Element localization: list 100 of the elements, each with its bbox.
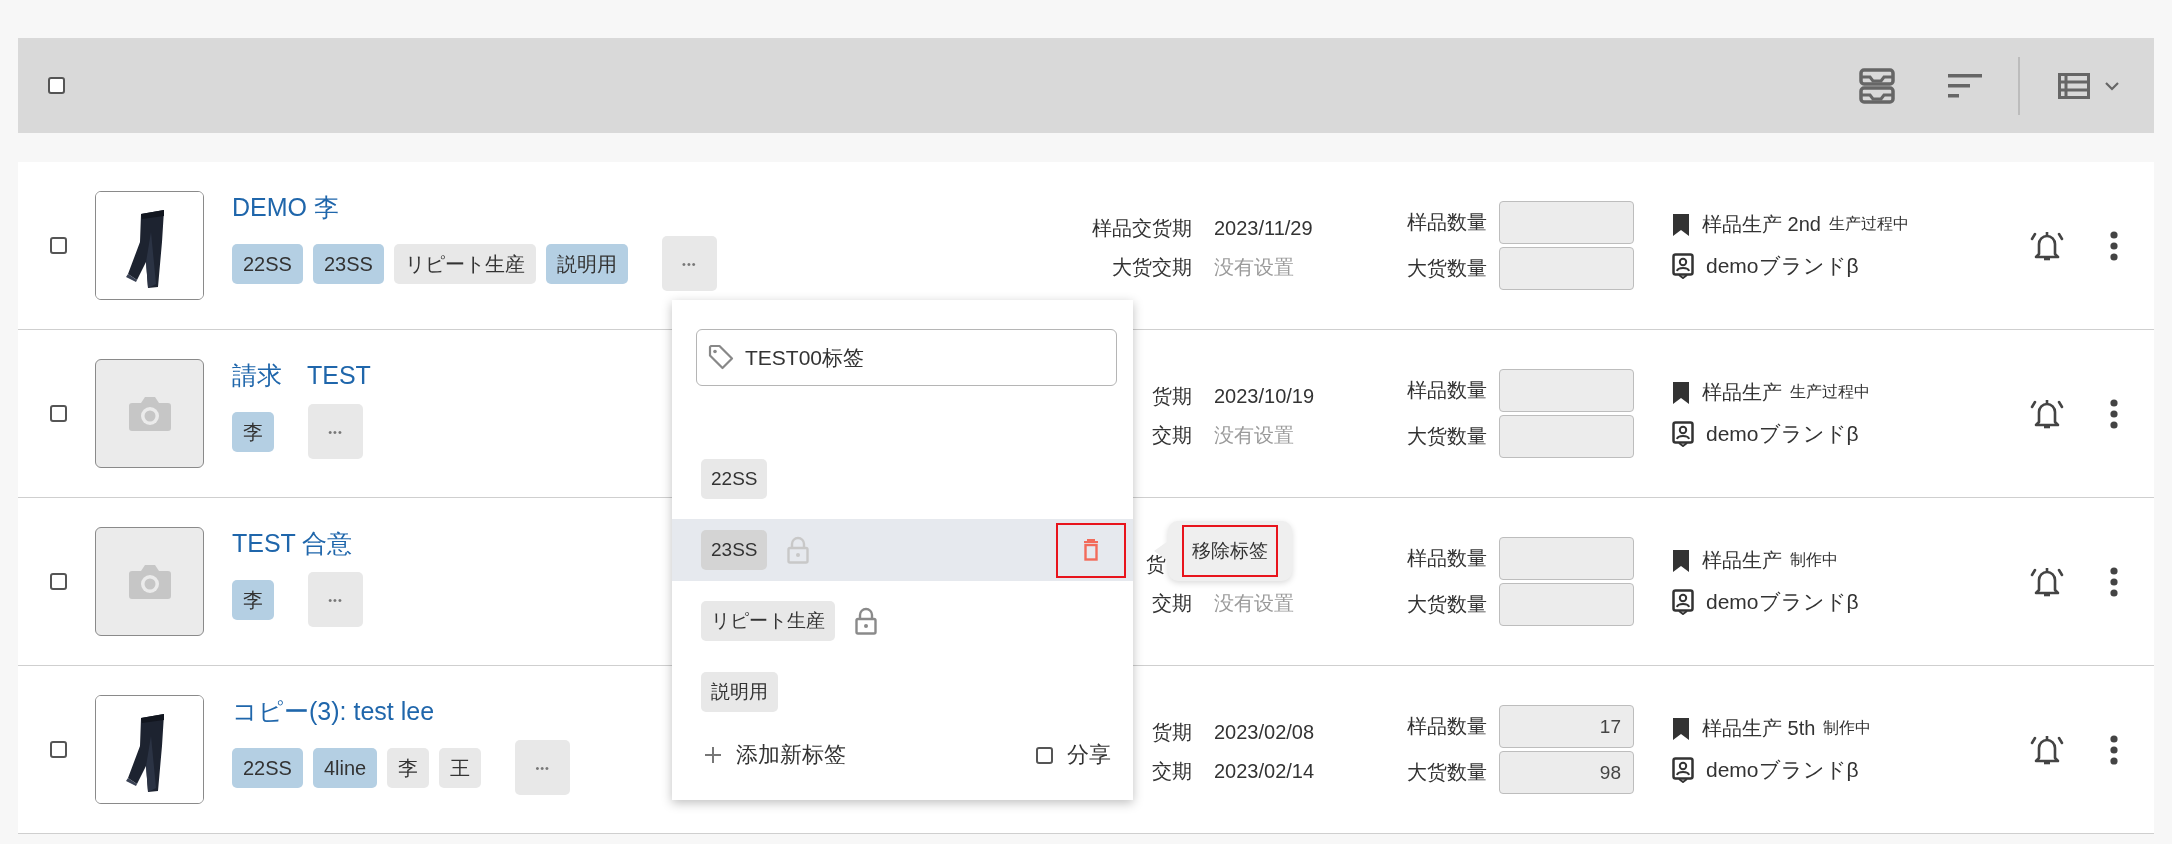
bookmark-icon xyxy=(1672,548,1690,573)
tag: 説明用 xyxy=(701,672,778,712)
quantity-field[interactable]: 17 xyxy=(1499,705,1634,748)
bookmark-icon xyxy=(1672,716,1690,741)
tag: 22SS xyxy=(232,747,303,788)
date-label: 交期 xyxy=(1152,422,1192,448)
tag: 李 xyxy=(232,411,274,452)
sort-icon[interactable] xyxy=(1948,72,1982,99)
tag: リピート生産 xyxy=(701,601,835,641)
quantity-field[interactable] xyxy=(1499,583,1634,626)
quantity-label: 样品数量 xyxy=(1407,714,1488,739)
more-tags-button[interactable]: ••• xyxy=(515,740,571,795)
bookmark-icon xyxy=(1672,380,1690,405)
more-options-icon[interactable] xyxy=(2110,398,2118,429)
contact-card-icon xyxy=(1672,421,1694,447)
contact-card-icon xyxy=(1672,253,1694,279)
quantity-field[interactable] xyxy=(1499,415,1634,458)
plus-icon xyxy=(704,746,722,764)
date-label: 大货交期 xyxy=(1112,254,1192,280)
delete-button[interactable] xyxy=(1056,522,1126,578)
more-options-icon[interactable] xyxy=(2110,734,2118,765)
date-value: 2023/02/14 xyxy=(1214,759,1316,783)
stage-text: 样品生产 5th xyxy=(1702,716,1816,741)
date-value: 2023/11/29 xyxy=(1214,216,1314,240)
quantity-label: 大货数量 xyxy=(1407,760,1488,785)
camera-icon xyxy=(127,395,172,432)
quantity-field[interactable] xyxy=(1499,201,1634,244)
tag: 王 xyxy=(439,747,482,788)
tray-icon[interactable] xyxy=(1858,66,1896,105)
tag-search-field[interactable]: TEST00标签 xyxy=(696,329,1117,386)
lock-icon[interactable] xyxy=(855,607,877,635)
chevron-down-icon[interactable] xyxy=(2104,80,2120,91)
tag: 23SS xyxy=(312,243,384,284)
share-label: 分享 xyxy=(1067,741,1111,769)
tag: リピート生産 xyxy=(393,243,536,284)
date-value: 2023/02/08 xyxy=(1214,720,1316,744)
stage-note: 制作中 xyxy=(1790,550,1838,570)
date-value: 2023/10/19 xyxy=(1214,384,1316,408)
image-placeholder[interactable] xyxy=(95,527,204,636)
share-checkbox[interactable] xyxy=(1036,746,1053,764)
brand-name: demoブランドβ xyxy=(1706,421,1859,447)
more-options-icon[interactable] xyxy=(2110,566,2118,597)
contact-card-icon xyxy=(1672,589,1694,615)
quantity-label: 样品数量 xyxy=(1407,210,1488,235)
checkbox[interactable] xyxy=(50,573,67,590)
tag: 23SS xyxy=(701,530,768,570)
tag-icon xyxy=(708,344,734,370)
tag: 22SS xyxy=(701,459,768,499)
stage-note: 生产过程中 xyxy=(1790,382,1870,402)
date-label: 货期 xyxy=(1152,719,1192,745)
quantity-label: 样品数量 xyxy=(1407,378,1488,403)
date-value: 没有设置 xyxy=(1214,422,1295,448)
date-label: 货 xyxy=(1146,551,1166,577)
brand-name: demoブランドβ xyxy=(1706,757,1859,783)
quantity-field[interactable]: 98 xyxy=(1499,751,1634,794)
list-view-icon[interactable] xyxy=(2058,72,2090,99)
more-tags-button[interactable]: ••• xyxy=(308,404,363,459)
date-label: 交期 xyxy=(1152,758,1192,784)
brand-name: demoブランドβ xyxy=(1706,589,1859,615)
date-label: 样品交货期 xyxy=(1092,215,1192,241)
bookmark-icon xyxy=(1672,212,1690,237)
more-tags-button[interactable]: ••• xyxy=(661,236,717,291)
quantity-label: 大货数量 xyxy=(1407,424,1488,449)
add-tag-button[interactable]: 添加新标签 xyxy=(704,740,846,770)
stage-text: 样品生产 xyxy=(1702,380,1782,405)
date-label: 交期 xyxy=(1152,590,1192,616)
stage-note: 生产过程中 xyxy=(1828,214,1909,234)
select-all-checkbox[interactable] xyxy=(48,77,65,94)
stage-text: 样品生产 2nd xyxy=(1702,212,1821,237)
tag: 22SS xyxy=(232,243,303,284)
tag: 李 xyxy=(232,579,274,620)
date-value: 没有设置 xyxy=(1214,590,1295,616)
tag-option[interactable]: 22SS xyxy=(672,448,1133,510)
brand-name: demoブランドβ xyxy=(1706,253,1859,279)
stage-note: 制作中 xyxy=(1823,718,1872,738)
stage-text: 样品生产 xyxy=(1702,548,1782,573)
quantity-label: 样品数量 xyxy=(1407,546,1488,571)
tag: 説明用 xyxy=(545,243,628,284)
contact-card-icon xyxy=(1672,757,1694,783)
quantity-field[interactable] xyxy=(1499,369,1634,412)
tag-option[interactable]: 説明用 xyxy=(672,661,1133,723)
tag: 李 xyxy=(387,747,430,788)
tag-option[interactable]: リピート生産 xyxy=(672,590,1133,652)
quantity-label: 大货数量 xyxy=(1407,256,1488,281)
checkbox[interactable] xyxy=(50,237,67,254)
image-placeholder[interactable] xyxy=(95,359,204,468)
quantity-field[interactable] xyxy=(1499,537,1634,580)
date-label: 货期 xyxy=(1152,383,1192,409)
more-tags-button[interactable]: ••• xyxy=(308,572,363,627)
camera-icon xyxy=(127,563,172,600)
product-title[interactable]: DEMO 李 xyxy=(232,190,1052,224)
quantity-label: 大货数量 xyxy=(1407,592,1488,617)
more-options-icon[interactable] xyxy=(2110,230,2118,261)
checkbox[interactable] xyxy=(50,405,67,422)
tag: 4line xyxy=(312,747,378,788)
checkbox[interactable] xyxy=(50,741,67,758)
date-value: 没有设置 xyxy=(1214,254,1295,280)
tag-option[interactable]: 23SS xyxy=(672,519,1133,581)
tooltip-text: 移除标签 xyxy=(1182,525,1278,577)
quantity-field[interactable] xyxy=(1499,247,1634,290)
